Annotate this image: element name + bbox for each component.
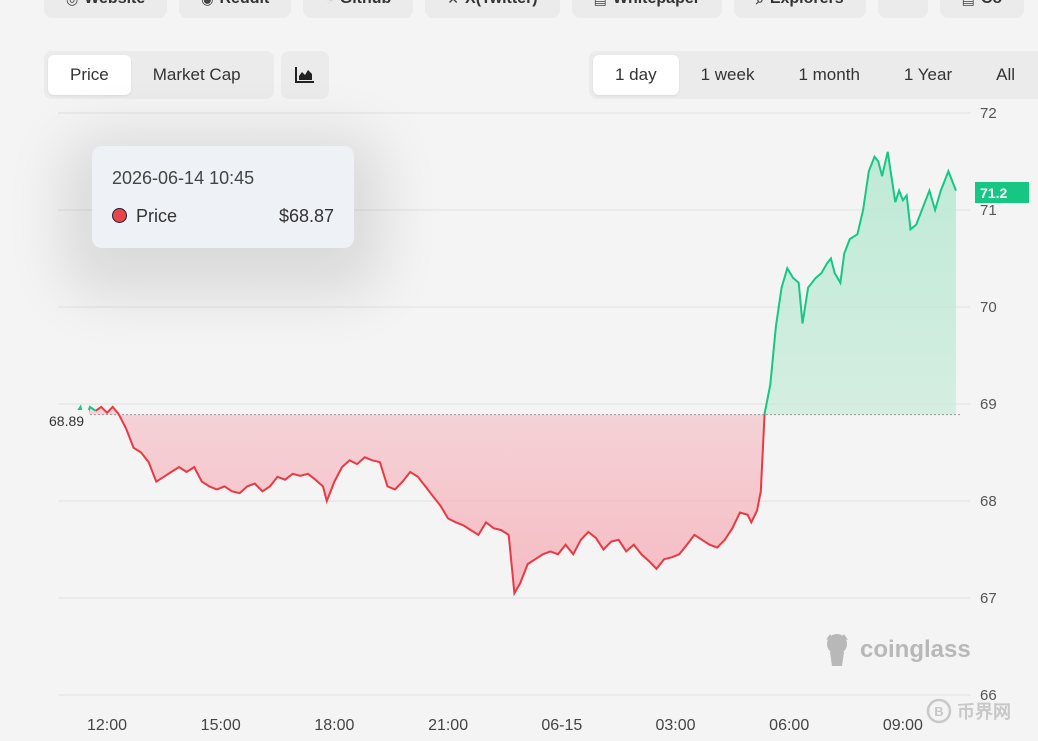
x-tick-label: 03:00 [655, 717, 695, 734]
x-tick-label: 12:00 [87, 717, 127, 734]
watermark-text: coinglass [860, 636, 971, 663]
tooltip-time: 2026-06-14 10:45 [112, 168, 255, 188]
price-chart[interactable]: 66676869707172 12:00 15:00 18:00 21:00 06-15… [0, 0, 1038, 741]
coinglass-watermark: coinglass [822, 632, 971, 668]
y-tick-label: 71 [980, 202, 997, 219]
tooltip-series-name: Price [136, 206, 178, 226]
x-tick-label: 09:00 [883, 717, 923, 734]
current-price-badge: 71.2 [975, 182, 1029, 203]
coin-icon: B [926, 698, 952, 724]
chart-tooltip: 2026-06-14 10:45 Price $68.87 [92, 146, 354, 248]
corner-watermark: B 币界网 [926, 698, 1011, 724]
coinglass-logo-icon [826, 634, 848, 666]
baseline-label: 68.89 [44, 410, 90, 432]
y-tick-label: 70 [980, 299, 997, 316]
y-tick-label: 67 [980, 590, 997, 607]
below-baseline-area [76, 406, 765, 594]
y-tick-label: 68 [980, 493, 997, 510]
y-tick-label: 69 [980, 396, 997, 413]
series-color-dot [112, 208, 127, 223]
above-baseline-area [764, 151, 956, 415]
x-tick-label: 15:00 [201, 717, 241, 734]
tooltip-value: $68.87 [278, 206, 334, 226]
corner-watermark-text: 币界网 [957, 702, 1011, 722]
x-tick-label: 06-15 [541, 717, 582, 734]
x-tick-label: 18:00 [314, 717, 354, 734]
x-tick-label: 21:00 [428, 717, 468, 734]
x-tick-label: 06:00 [769, 717, 809, 734]
y-tick-label: 72 [980, 105, 997, 122]
svg-text:B: B [934, 704, 943, 719]
